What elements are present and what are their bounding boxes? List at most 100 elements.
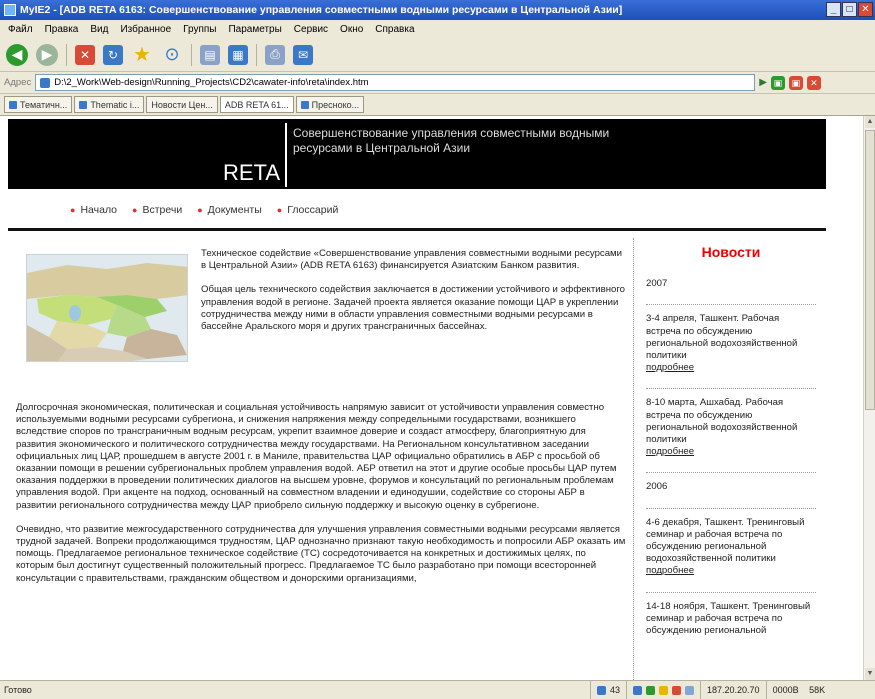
menu-help[interactable]: Справка <box>375 24 414 35</box>
central-asia-map <box>26 254 188 362</box>
nav-label: Глоссарий <box>287 204 339 216</box>
nav-label: Документы <box>207 204 262 216</box>
address-url: D:\2_Work\Web-design\Running_Projects\CD… <box>54 77 369 88</box>
news-item-text: 4-6 декабря, Ташкент. Тренинговый семина… <box>646 516 805 565</box>
history-icon[interactable]: ⊙ <box>161 44 183 66</box>
tab-item[interactable]: Новости Цен... <box>146 96 218 113</box>
toolbar-separator <box>256 43 257 66</box>
body-paragraph: Долгосрочная экономическая, политическая… <box>16 402 617 511</box>
news-divider <box>646 507 816 509</box>
tab-label: ADB RETA 61... <box>224 99 289 110</box>
vertical-scrollbar[interactable]: ▲ ▼ <box>863 116 875 680</box>
page-icon <box>79 100 88 109</box>
news-sidebar: Новости 2007 3-4 апреля, Ташкент. Рабоча… <box>646 245 816 651</box>
tab-label: Тематичн... <box>20 99 68 110</box>
news-more-link[interactable]: подробнее <box>646 362 816 374</box>
intro-paragraph: Техническое содействие «Совершенствовани… <box>201 248 622 272</box>
scroll-up-arrow-icon[interactable]: ▲ <box>865 116 875 128</box>
page-icon <box>9 100 17 109</box>
popup-blocker-icon <box>597 685 606 695</box>
menu-view[interactable]: Вид <box>90 24 108 35</box>
nav-documents[interactable]: ● Документы <box>197 204 262 216</box>
news-item: 14-18 ноября, Ташкент. Тренинговый семин… <box>646 601 816 638</box>
toolbar-separator <box>66 43 67 66</box>
news-item-text: 3-4 апреля, Ташкент. Рабочая встреча по … <box>646 313 798 362</box>
refresh-icon[interactable]: ↻ <box>103 44 123 65</box>
status-icon[interactable] <box>659 685 669 695</box>
nav-meetings[interactable]: ● Встречи <box>132 204 182 216</box>
status-icon[interactable] <box>646 685 656 695</box>
tab-label: Новости Цен... <box>151 99 213 110</box>
tab-item[interactable]: Thematic i... <box>74 96 145 113</box>
toolbar: ◀ ▶ ✕ ↻ ★ ⊙ ▤ ▦ ⎙ ✉ <box>0 38 875 72</box>
site-banner: RETA Совершенствование управления совмес… <box>8 119 826 189</box>
status-icon[interactable] <box>633 685 643 695</box>
page-icon[interactable]: ▤ <box>200 44 220 65</box>
bullet-icon: ● <box>70 205 76 215</box>
site-nav: ● Начало ● Встречи ● Документы ● Глоссарий <box>70 204 338 216</box>
news-divider <box>646 304 816 306</box>
minimize-button[interactable]: _ <box>826 2 841 17</box>
header-rule <box>8 228 826 231</box>
status-icons <box>626 681 700 699</box>
intro-paragraph: Общая цель технического содействия заклю… <box>201 284 625 333</box>
menu-window[interactable]: Окно <box>340 24 363 35</box>
favorites-star-icon[interactable]: ★ <box>131 44 153 66</box>
status-icon[interactable] <box>685 685 695 695</box>
intro-block: Техническое содействие «Совершенствовани… <box>201 248 626 345</box>
menu-file[interactable]: Файл <box>8 24 33 35</box>
browser-tabs: Тематичн... Thematic i... Новости Цен...… <box>0 94 875 116</box>
address-label: Адрес <box>4 77 32 88</box>
menu-groups[interactable]: Группы <box>183 24 216 35</box>
stop-icon[interactable]: ✕ <box>75 44 95 65</box>
menu-tools[interactable]: Сервис <box>294 24 328 35</box>
address-input[interactable]: D:\2_Work\Web-design\Running_Projects\CD… <box>35 74 756 91</box>
news-more-link[interactable]: подробнее <box>646 565 816 577</box>
scroll-down-arrow-icon[interactable]: ▼ <box>865 668 875 680</box>
close-button[interactable]: ✕ <box>858 2 873 17</box>
extension-icon[interactable]: ✕ <box>806 75 821 90</box>
status-text: Готово <box>4 685 32 695</box>
extension-icon[interactable]: ▣ <box>770 75 785 90</box>
print-icon[interactable]: ⎙ <box>265 44 285 65</box>
back-icon[interactable]: ◀ <box>6 43 28 66</box>
status-bar: Готово 43 187.20.20.70 0000B 58K <box>0 680 875 699</box>
news-more-link[interactable]: подробнее <box>646 446 816 458</box>
news-item: 3-4 апреля, Ташкент. Рабочая встреча по … <box>646 313 816 374</box>
site-title: Совершенствование управления совместными… <box>293 126 610 155</box>
nav-label: Начало <box>80 204 118 216</box>
menu-edit[interactable]: Правка <box>45 24 79 35</box>
scrollbar-thumb[interactable] <box>865 130 875 410</box>
tab-item-active[interactable]: ADB RETA 61... <box>219 96 294 113</box>
banner-divider <box>285 123 287 187</box>
body-text: Долгосрочная экономическая, политическая… <box>16 402 626 597</box>
news-item-text: 8-10 марта, Ашхабад. Рабочая встреча по … <box>646 397 798 446</box>
menu-favorites[interactable]: Избранное <box>120 24 171 35</box>
window-title-bar[interactable]: MyIE2 - [ADB RETA 6163: Совершенствовани… <box>0 0 875 20</box>
bullet-icon: ● <box>276 205 283 215</box>
maximize-button[interactable]: □ <box>842 2 857 17</box>
popup-count: 43 <box>610 685 621 695</box>
news-divider <box>646 472 816 474</box>
tab-label: Thematic i... <box>90 99 140 110</box>
status-icon[interactable] <box>672 685 682 695</box>
status-ip: 187.20.20.70 <box>700 681 766 699</box>
nav-glossary[interactable]: ● Глоссарий <box>277 204 339 216</box>
nav-home[interactable]: ● Начало <box>70 204 117 216</box>
extension-icon[interactable]: ▣ <box>788 75 803 90</box>
page-viewport: RETA Совершенствование управления совмес… <box>0 116 875 680</box>
mail-icon[interactable]: ✉ <box>293 44 313 65</box>
go-icon[interactable]: ▶ <box>759 77 767 88</box>
status-memory: 0000B 58K <box>765 681 832 699</box>
toolbar-separator <box>191 43 192 66</box>
tab-label: Пресноко... <box>311 99 360 110</box>
status-popup-count[interactable]: 43 <box>590 681 626 699</box>
forward-icon[interactable]: ▶ <box>36 43 58 66</box>
group-icon[interactable]: ▦ <box>228 44 248 65</box>
news-item-text: 14-18 ноября, Ташкент. Тренинговый семин… <box>646 600 811 637</box>
memory-value-2: 58K <box>809 685 826 695</box>
menu-options[interactable]: Параметры <box>228 24 281 35</box>
tab-item[interactable]: Пресноко... <box>295 96 365 113</box>
body-paragraph: Очевидно, что развитие межгосударственно… <box>16 523 626 584</box>
tab-item[interactable]: Тематичн... <box>4 96 73 113</box>
